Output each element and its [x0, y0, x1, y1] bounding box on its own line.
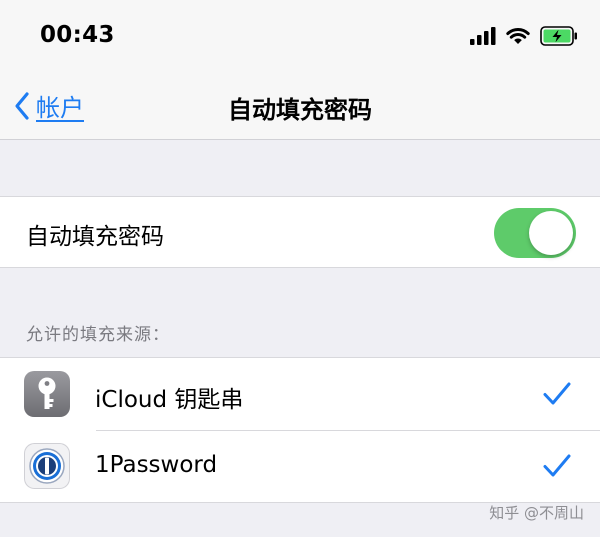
- source-item-icloud-keychain[interactable]: iCloud 钥匙串: [0, 358, 600, 430]
- 1password-icon: [24, 443, 70, 489]
- toggle-knob: [529, 211, 573, 255]
- status-icons: [470, 24, 578, 48]
- battery-charging-icon: [540, 26, 577, 46]
- autofill-passwords-row: 自动填充密码: [0, 196, 600, 268]
- source-item-label: iCloud 钥匙串: [95, 387, 244, 413]
- status-bar: 00:43: [0, 0, 600, 72]
- source-item-1password[interactable]: 1Password: [0, 430, 600, 502]
- wifi-icon: [506, 27, 530, 44]
- checkmark-icon: [543, 454, 571, 477]
- autofill-passwords-label: 自动填充密码: [26, 224, 164, 250]
- autofill-passwords-toggle[interactable]: [494, 208, 576, 258]
- fill-sources-header: 允许的填充来源：: [26, 325, 170, 345]
- icloud-keychain-icon: [24, 371, 70, 417]
- navigation-bar: 帐户 自动填充密码: [0, 72, 600, 140]
- page-title: 自动填充密码: [228, 96, 372, 124]
- fill-sources-list: iCloud 钥匙串 1Password: [0, 357, 600, 503]
- watermark: 知乎 @不周山: [489, 504, 584, 522]
- signal-icon: [470, 27, 496, 45]
- checkmark-icon: [543, 382, 571, 405]
- status-time: 00:43: [40, 22, 115, 48]
- source-item-label: 1Password: [95, 452, 218, 478]
